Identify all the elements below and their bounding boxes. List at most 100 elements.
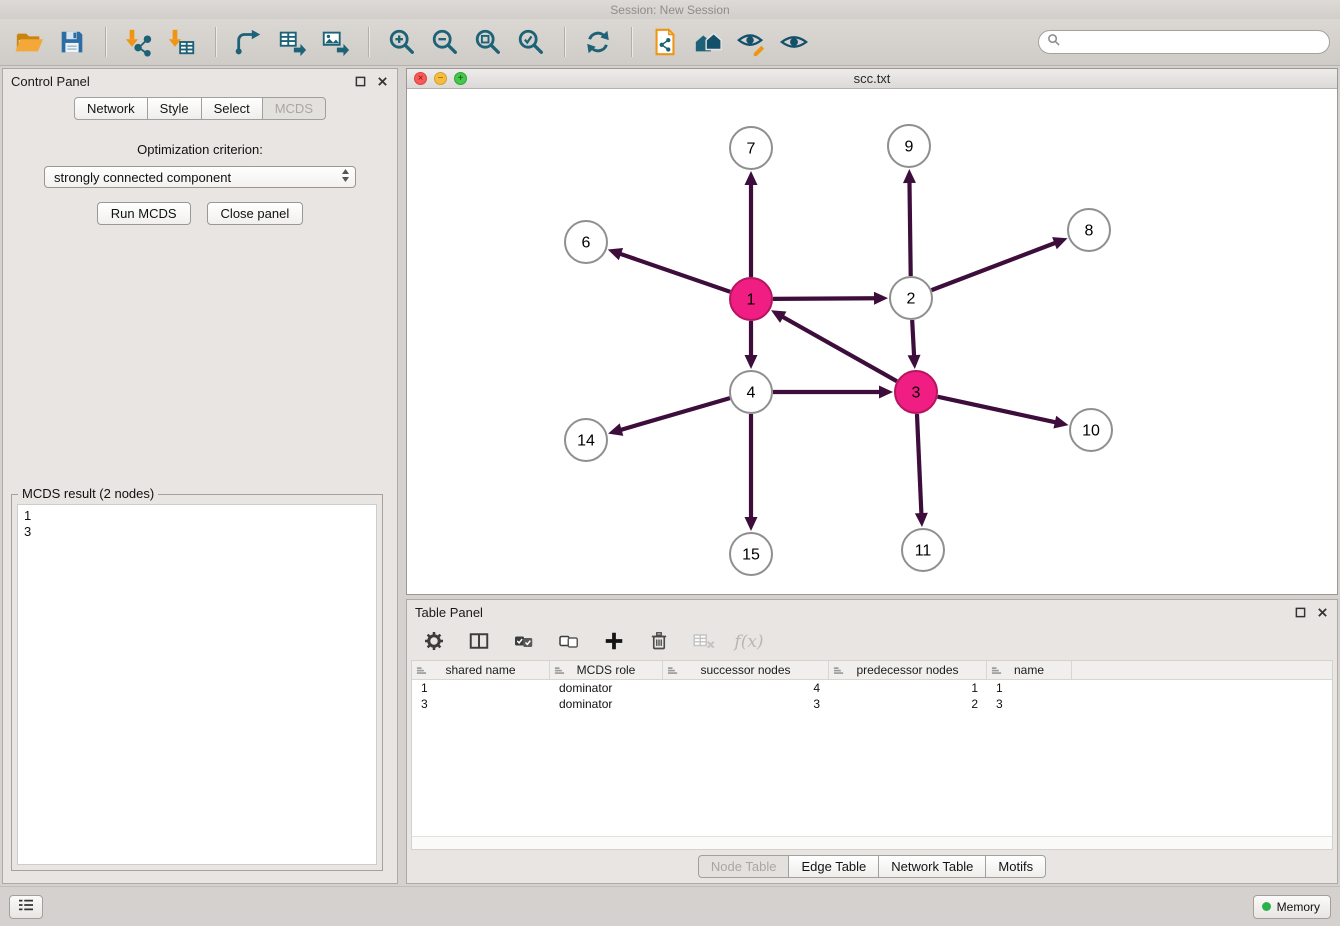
table-panel-close-button[interactable]: [1315, 605, 1329, 619]
checked-boxes-icon: [512, 629, 536, 656]
network-document-button[interactable]: [646, 23, 684, 61]
import-table-icon: [167, 27, 197, 57]
control-panel-tabs: NetworkStyleSelectMCDS: [3, 97, 397, 120]
graph-edge-3-10[interactable]: [937, 397, 1056, 423]
table-cell[interactable]: 3: [663, 696, 829, 712]
table-cell[interactable]: 1: [829, 680, 987, 696]
zoom-selected-button[interactable]: [512, 23, 550, 61]
maximize-window-button[interactable]: +: [454, 72, 467, 85]
graph-node-label: 11: [915, 543, 932, 560]
search-input[interactable]: [1065, 35, 1321, 49]
network-graph-svg: 7968124314101511: [407, 89, 1337, 594]
tab-mcds[interactable]: MCDS: [262, 97, 326, 120]
memory-status-dot: [1262, 902, 1271, 911]
mcds-result-item[interactable]: 3: [18, 524, 376, 540]
graph-node-label: 8: [1085, 223, 1094, 240]
tab-motifs[interactable]: Motifs: [985, 855, 1046, 878]
close-window-button[interactable]: ×: [414, 72, 427, 85]
tab-network[interactable]: Network: [74, 97, 148, 120]
sort-icon: [416, 665, 427, 679]
sort-icon: [991, 665, 1002, 679]
table-cell[interactable]: dominator: [550, 696, 663, 712]
minimize-window-button[interactable]: −: [434, 72, 447, 85]
column-header-MCDS-role[interactable]: MCDS role: [550, 661, 663, 679]
table-cell[interactable]: 4: [663, 680, 829, 696]
table-cell[interactable]: 3: [987, 696, 1072, 712]
graph-edge-2-9[interactable]: [909, 181, 910, 276]
table-cell[interactable]: 3: [412, 696, 550, 712]
zoom-fit-button[interactable]: [469, 23, 507, 61]
mcds-result-list[interactable]: 13: [17, 504, 377, 865]
share-network-icon: [234, 27, 264, 57]
toolbar-separator: [215, 27, 216, 57]
network-canvas[interactable]: 7968124314101511: [407, 89, 1337, 594]
table-cell[interactable]: 1: [412, 680, 550, 696]
folder-open-icon: [14, 27, 44, 57]
graph-edge-4-14[interactable]: [620, 398, 730, 430]
create-column-button[interactable]: [599, 627, 629, 657]
graph-node-label: 14: [577, 433, 595, 450]
zoom-out-button[interactable]: [426, 23, 464, 61]
delete-table-button: [689, 627, 719, 657]
memory-button[interactable]: Memory: [1253, 895, 1331, 919]
import-network-button[interactable]: [120, 23, 158, 61]
criterion-dropdown[interactable]: strongly connected component: [44, 166, 356, 188]
close-panel-button[interactable]: Close panel: [207, 202, 304, 225]
run-mcds-button[interactable]: Run MCDS: [97, 202, 191, 225]
table-cell[interactable]: dominator: [550, 680, 663, 696]
home-button[interactable]: [689, 23, 727, 61]
graph-edge-1-2[interactable]: [773, 298, 876, 299]
import-table-button[interactable]: [163, 23, 201, 61]
graph-node-label: 3: [912, 385, 921, 402]
table-export-icon: [277, 27, 307, 57]
graph-edge-3-11[interactable]: [917, 414, 921, 515]
tab-style[interactable]: Style: [147, 97, 202, 120]
graph-edge-2-8[interactable]: [932, 242, 1057, 290]
control-panel-float-button[interactable]: [353, 74, 367, 88]
sort-icon: [833, 665, 844, 679]
floppy-disk-icon: [57, 27, 87, 57]
table-cell[interactable]: 2: [829, 696, 987, 712]
tab-select[interactable]: Select: [201, 97, 263, 120]
network-document-icon: [650, 27, 680, 57]
tab-network-table[interactable]: Network Table: [878, 855, 986, 878]
graph-edge-3-1[interactable]: [781, 316, 896, 381]
refresh-icon: [583, 27, 613, 57]
window-titlebar: Session: New Session: [0, 0, 1340, 19]
tab-edge-table[interactable]: Edge Table: [788, 855, 879, 878]
graph-edge-1-6[interactable]: [619, 253, 730, 291]
zoom-in-button[interactable]: [383, 23, 421, 61]
apply-layout-button[interactable]: [579, 23, 617, 61]
tab-node-table[interactable]: Node Table: [698, 855, 790, 878]
style-preview-button[interactable]: [732, 23, 770, 61]
control-panel-close-button[interactable]: [375, 74, 389, 88]
table-cell[interactable]: 1: [987, 680, 1072, 696]
select-all-columns-button[interactable]: [509, 627, 539, 657]
export-image-button[interactable]: [316, 23, 354, 61]
home-icon: [693, 27, 723, 57]
search-box[interactable]: [1038, 30, 1330, 54]
column-header-name[interactable]: name: [987, 661, 1072, 679]
delete-column-button[interactable]: [644, 627, 674, 657]
show-hide-graphics-button[interactable]: [775, 23, 813, 61]
export-table-button[interactable]: [273, 23, 311, 61]
table-horizontal-scrollbar[interactable]: [412, 836, 1332, 849]
graph-edge-arrowhead: [745, 355, 758, 369]
eye-icon: [779, 27, 809, 57]
status-menu-button[interactable]: [9, 895, 43, 919]
toolbar-separator: [631, 27, 632, 57]
unselect-all-columns-button[interactable]: [554, 627, 584, 657]
show-columns-button[interactable]: [464, 627, 494, 657]
mcds-result-item[interactable]: 1: [18, 508, 376, 524]
column-header-successor-nodes[interactable]: successor nodes: [663, 661, 829, 679]
export-network-button[interactable]: [230, 23, 268, 61]
save-session-button[interactable]: [53, 23, 91, 61]
graph-edge-2-3[interactable]: [912, 320, 914, 357]
table-row[interactable]: 3dominator323: [412, 696, 1332, 712]
table-settings-button[interactable]: [419, 627, 449, 657]
table-panel-float-button[interactable]: [1293, 605, 1307, 619]
column-header-shared-name[interactable]: shared name: [412, 661, 550, 679]
open-session-button[interactable]: [10, 23, 48, 61]
table-row[interactable]: 1dominator411: [412, 680, 1332, 696]
column-header-predecessor-nodes[interactable]: predecessor nodes: [829, 661, 987, 679]
